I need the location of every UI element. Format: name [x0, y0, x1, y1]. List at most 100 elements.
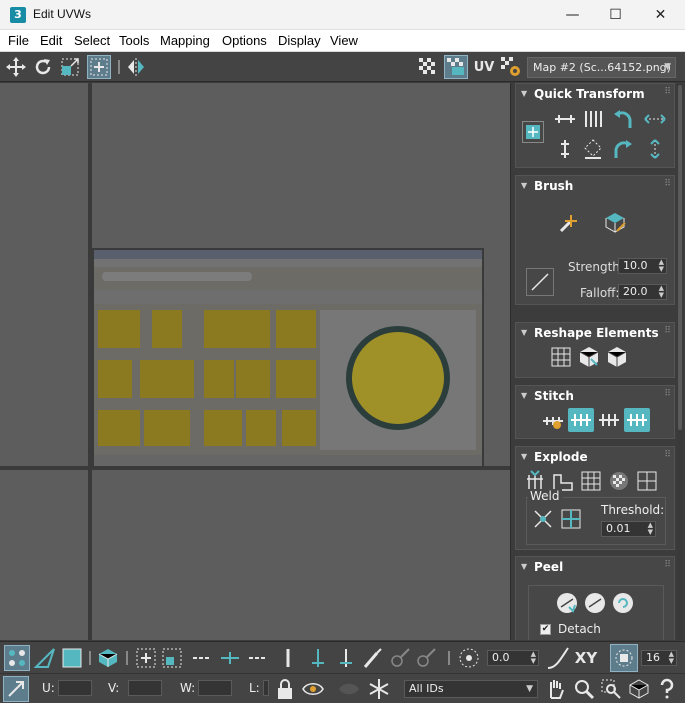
brush-title[interactable]: Brush: [534, 179, 573, 193]
space-horizontal-icon[interactable]: [642, 137, 668, 161]
zoom-icon[interactable]: [571, 676, 597, 702]
move-icon[interactable]: [4, 55, 28, 79]
menu-view[interactable]: View: [330, 33, 358, 48]
space-vertical-icon[interactable]: [580, 107, 606, 131]
paint-shrink-icon[interactable]: [414, 646, 438, 670]
stitch-custom-icon[interactable]: [540, 408, 566, 432]
mirror-icon[interactable]: [124, 55, 148, 79]
pixel-snap-spinner[interactable]: 16 ▲ ▼: [641, 650, 677, 666]
uv-editor-viewport[interactable]: [0, 83, 510, 640]
spinner-arrows-icon[interactable]: ▲ ▼: [669, 651, 674, 665]
shrink-selection-icon[interactable]: [160, 646, 184, 670]
drag-handle-icon[interactable]: ⠿: [664, 560, 671, 570]
paint-move-icon[interactable]: [556, 211, 582, 235]
minimize-button[interactable]: —: [550, 0, 595, 30]
collapse-icon[interactable]: ▼: [521, 391, 527, 400]
hide-show-icon[interactable]: [300, 676, 326, 702]
collapse-icon[interactable]: ▼: [521, 181, 527, 190]
flatten-by-material-icon[interactable]: [606, 469, 632, 493]
close-button[interactable]: ✕: [638, 0, 683, 30]
spinner-arrows-icon[interactable]: ▲ ▼: [531, 651, 536, 665]
loop-grow-icon[interactable]: [218, 646, 242, 670]
detach-checkbox[interactable]: ✔: [540, 624, 551, 635]
pan-hand-icon[interactable]: [543, 676, 569, 702]
collapse-icon[interactable]: ▼: [521, 89, 527, 98]
threshold-spinner[interactable]: 0.01 ▲ ▼: [601, 521, 656, 537]
polygon-mode-icon[interactable]: [60, 646, 84, 670]
stitch-average-icon[interactable]: [596, 408, 622, 432]
absolute-mode-icon[interactable]: [3, 676, 29, 702]
lock-icon[interactable]: [274, 676, 296, 702]
menu-select[interactable]: Select: [74, 33, 110, 48]
drag-handle-icon[interactable]: ⠿: [664, 450, 671, 460]
unfold-box-icon[interactable]: [576, 345, 602, 369]
drag-handle-icon[interactable]: ⠿: [664, 179, 671, 189]
align-vertical-icon[interactable]: [552, 137, 578, 161]
grid-reshape-icon[interactable]: [548, 345, 574, 369]
spinner-arrows-icon[interactable]: ▲ ▼: [659, 259, 664, 273]
collapse-icon[interactable]: ▼: [521, 562, 527, 571]
rotate-cw-icon[interactable]: [610, 137, 636, 161]
reshape-elements-title[interactable]: Reshape Elements: [534, 326, 659, 340]
rotate-ccw-icon[interactable]: [610, 107, 636, 131]
v-coordinate-field[interactable]: [128, 680, 162, 696]
stitch-title[interactable]: Stitch: [534, 389, 574, 403]
reset-peel-icon[interactable]: [610, 591, 636, 615]
collapse-icon[interactable]: ▼: [521, 328, 527, 337]
filter-selected-icon[interactable]: [336, 676, 362, 702]
loop-icon[interactable]: [190, 646, 214, 670]
scale-icon[interactable]: [58, 55, 82, 79]
drag-handle-icon[interactable]: ⠿: [664, 389, 671, 399]
panel-scrollbar[interactable]: [677, 83, 683, 640]
weld-target-icon[interactable]: [558, 507, 584, 531]
drag-handle-icon[interactable]: ⠿: [664, 326, 671, 336]
paint-grow-icon[interactable]: [388, 646, 412, 670]
u-coordinate-field[interactable]: [58, 680, 92, 696]
spinner-arrows-icon[interactable]: ▲ ▼: [659, 285, 664, 299]
peel-title[interactable]: Peel: [534, 560, 563, 574]
rotate-icon[interactable]: [31, 55, 55, 79]
paint-select-icon[interactable]: [360, 646, 384, 670]
zoom-region-icon[interactable]: [598, 676, 624, 702]
strength-spinner[interactable]: 10.0 ▲ ▼: [618, 258, 667, 274]
menu-options[interactable]: Options: [222, 33, 267, 48]
help-icon[interactable]: [654, 676, 680, 702]
zoom-extents-icon[interactable]: [626, 676, 652, 702]
soft-selection-icon[interactable]: [456, 645, 482, 671]
stitch-to-source-icon[interactable]: [624, 408, 650, 432]
explode-title[interactable]: Explode: [534, 450, 588, 464]
falloff-spinner[interactable]: 20.0 ▲ ▼: [618, 284, 667, 300]
l-coordinate-field[interactable]: [263, 680, 269, 696]
scrollbar-thumb[interactable]: [678, 85, 682, 430]
menu-display[interactable]: Display: [278, 33, 321, 48]
menu-file[interactable]: File: [8, 33, 29, 48]
drag-handle-icon[interactable]: ⠿: [664, 87, 671, 97]
map-select-dropdown[interactable]: Map #2 (Sc...64152.png) ▼: [527, 57, 676, 78]
weld-selected-icon[interactable]: [530, 507, 556, 531]
menu-mapping[interactable]: Mapping: [160, 33, 210, 48]
edge-mode-icon[interactable]: [33, 646, 57, 670]
menu-tools[interactable]: Tools: [119, 33, 149, 48]
material-id-dropdown[interactable]: All IDs ▼: [404, 680, 538, 698]
maximize-button[interactable]: ☐: [593, 0, 638, 30]
falloff-type-icon[interactable]: [545, 645, 571, 671]
element-mode-icon[interactable]: [96, 646, 120, 670]
stitch-to-target-icon[interactable]: [568, 408, 594, 432]
menu-edit[interactable]: Edit: [40, 33, 62, 48]
grow-selection-icon[interactable]: [134, 646, 158, 670]
align-horizontal-icon[interactable]: [552, 107, 578, 131]
freeform-mode-icon[interactable]: [87, 55, 111, 79]
xy-space-label[interactable]: XY: [573, 645, 599, 671]
ring-shrink-icon[interactable]: [334, 646, 358, 670]
collapse-icon[interactable]: ▼: [521, 452, 527, 461]
uv-space-label[interactable]: UV: [472, 55, 496, 79]
peel-mode-icon[interactable]: [582, 591, 608, 615]
straighten-icon[interactable]: [580, 137, 606, 161]
vertex-mode-icon[interactable]: [4, 645, 30, 671]
relax-brush-icon[interactable]: [602, 211, 628, 235]
w-coordinate-field[interactable]: [198, 680, 232, 696]
freeze-icon[interactable]: [366, 676, 392, 702]
flatten-by-smoothing-icon[interactable]: [578, 469, 604, 493]
quick-peel-icon[interactable]: [554, 591, 580, 615]
rotation-angle-spinner[interactable]: 0.0 ▲ ▼: [487, 650, 539, 666]
